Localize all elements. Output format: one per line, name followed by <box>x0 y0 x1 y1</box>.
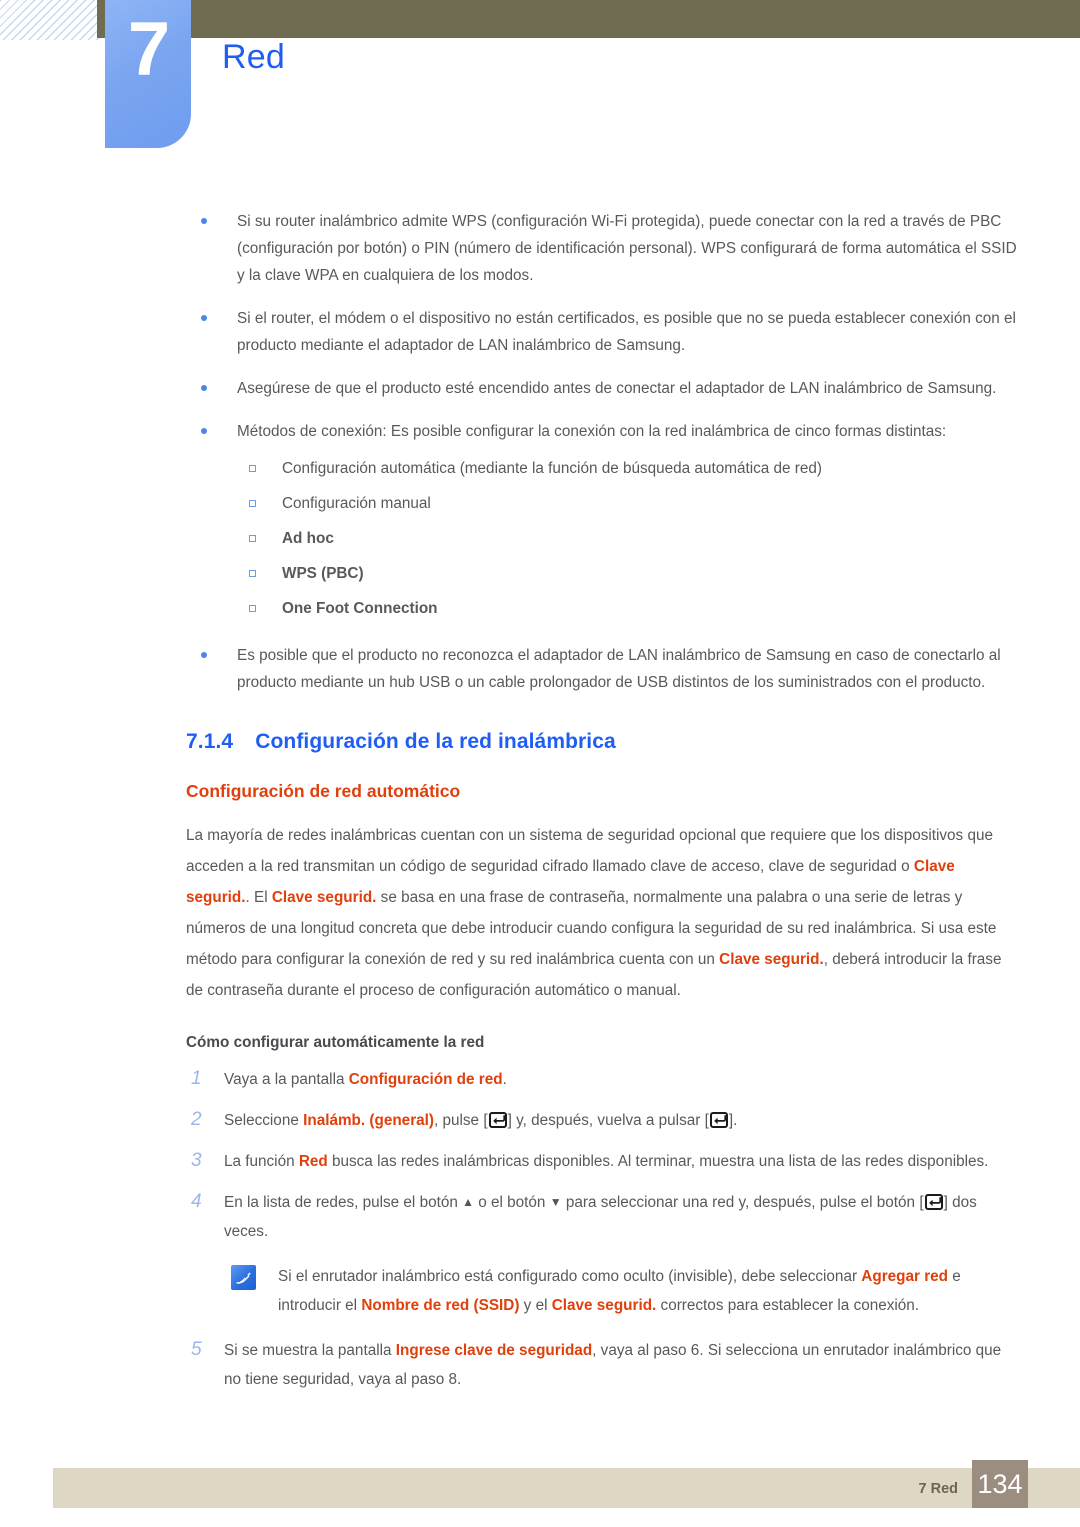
page-number: 134 <box>977 1468 1023 1499</box>
section-heading: 7.1.4 Configuración de la red inalámbrica <box>186 730 1022 754</box>
bullet-dot-icon <box>201 315 207 321</box>
steps-heading: Cómo configurar automáticamente la red <box>186 1034 485 1051</box>
footer-chapter-label: 7 Red <box>918 1481 959 1497</box>
step-text-b: . <box>502 1071 507 1088</box>
method-item-one-foot-connection: One Foot Connection <box>237 594 1022 624</box>
subsection-heading: Configuración de red automático <box>186 781 461 801</box>
step-text-a: La función <box>224 1153 299 1170</box>
manual-page: 7 Red Si su router inalámbrico admite WP… <box>0 0 1080 1527</box>
term-clave-segurid-2: Clave segurid. <box>271 889 377 906</box>
decorative-hatch-pattern <box>0 0 106 40</box>
enter-key-icon <box>709 1112 728 1128</box>
list-item: Asegúrese de que el producto esté encend… <box>186 375 1022 402</box>
menu-inalamb-general: Inalámb. (general) <box>303 1112 434 1129</box>
step-5: 5 Si se muestra la pantalla Ingrese clave… <box>186 1336 1022 1394</box>
step-number: 2 <box>191 1109 202 1130</box>
step-number: 4 <box>191 1191 202 1212</box>
bullet-text: Asegúrese de que el producto esté encend… <box>237 380 997 397</box>
step-4: 4 En la lista de redes, pulse el botón ▲ … <box>186 1188 1022 1246</box>
method-label: One Foot Connection <box>282 600 438 617</box>
menu-agregar-red: Agregar red <box>861 1268 949 1285</box>
connection-methods-list: Configuración automática (mediante la fu… <box>237 454 1022 624</box>
bullet-text: Si su router inalámbrico admite WPS (con… <box>237 213 1017 284</box>
bullet-text: Métodos de conexión: Es posible configur… <box>237 423 947 440</box>
paragraph-part-1: La mayoría de redes inalámbricas cuentan… <box>186 827 993 875</box>
square-bullet-icon <box>249 465 256 472</box>
step-number: 1 <box>191 1068 202 1089</box>
step-text-c: para seleccionar una red y, después, pul… <box>561 1194 924 1211</box>
menu-clave-segurid: Clave segurid. <box>551 1297 657 1314</box>
section-number: 7.1.4 <box>186 730 234 753</box>
note-text-a: Si el enrutador inalámbrico está configu… <box>278 1268 862 1285</box>
list-item-methods: Métodos de conexión: Es posible configur… <box>186 418 1022 624</box>
step-text-b: busca las redes inalámbricas disponibles… <box>327 1153 989 1170</box>
list-item: Si el router, el módem o el dispositivo … <box>186 305 1022 359</box>
step-text-a: En la lista de redes, pulse el botón <box>224 1194 463 1211</box>
chapter-title: Red <box>222 38 285 76</box>
chapter-number: 7 <box>127 7 170 92</box>
paragraph-part-2: . El <box>245 889 272 906</box>
step-number: 3 <box>191 1150 202 1171</box>
method-label: Ad hoc <box>282 530 334 547</box>
bullet-dot-icon <box>201 428 207 434</box>
method-item-manual: Configuración manual <box>237 489 1022 519</box>
method-label: Configuración manual <box>282 495 431 512</box>
bullet-text: Si el router, el módem o el dispositivo … <box>237 310 1016 354</box>
enter-key-icon <box>488 1112 507 1128</box>
step-3: 3 La función Red busca las redes inalámbr… <box>186 1147 1022 1176</box>
arrow-down-icon: ▼ <box>549 1195 562 1209</box>
note-box: Si el enrutador inalámbrico está configu… <box>226 1262 1022 1320</box>
step-2: 2 Seleccione Inalámb. (general), pulse []… <box>186 1106 1022 1135</box>
page-content: Si su router inalámbrico admite WPS (con… <box>186 208 1022 1406</box>
square-bullet-icon <box>249 605 256 612</box>
step-number: 5 <box>191 1339 202 1360</box>
bullet-dot-icon <box>201 385 207 391</box>
header-olive-bar <box>97 0 1080 38</box>
method-label: WPS (PBC) <box>282 565 364 582</box>
list-item: Si su router inalámbrico admite WPS (con… <box>186 208 1022 289</box>
method-item-ad-hoc: Ad hoc <box>237 524 1022 554</box>
note-pen-icon <box>231 1265 256 1290</box>
menu-red: Red <box>298 1153 328 1170</box>
square-bullet-icon <box>249 500 256 507</box>
step-1: 1 Vaya a la pantalla Configuración de red… <box>186 1065 1022 1094</box>
bullet-text: Es posible que el producto no reconozca … <box>237 647 1001 691</box>
body-paragraph: La mayoría de redes inalámbricas cuentan… <box>186 820 1022 1006</box>
menu-configuracion-de-red: Configuración de red <box>348 1071 503 1088</box>
term-clave-segurid-3: Clave segurid. <box>719 951 824 968</box>
step-text-a: Seleccione <box>224 1112 304 1129</box>
step-text-a: Si se muestra la pantalla <box>224 1342 396 1359</box>
enter-key-icon <box>924 1194 943 1210</box>
square-bullet-icon <box>249 570 256 577</box>
method-item-auto: Configuración automática (mediante la fu… <box>237 454 1022 484</box>
step-text-b: o el botón <box>474 1194 550 1211</box>
list-item: Es posible que el producto no reconozca … <box>186 642 1022 696</box>
footer-page-box: 134 <box>972 1460 1028 1508</box>
step-text-c: ] y, después, vuelva a pulsar [ <box>507 1112 709 1129</box>
bullet-dot-icon <box>201 218 207 224</box>
arrow-up-icon: ▲ <box>462 1195 474 1209</box>
bullet-dot-icon <box>201 652 207 658</box>
square-bullet-icon <box>249 535 256 542</box>
chapter-number-tab: 7 <box>105 0 191 148</box>
note-text-d: correctos para establecer la conexión. <box>656 1297 920 1314</box>
step-text-b: , pulse [ <box>434 1112 488 1129</box>
menu-ingrese-clave-de-seguridad: Ingrese clave de seguridad <box>395 1342 593 1359</box>
steps-list: 1 Vaya a la pantalla Configuración de red… <box>186 1065 1022 1394</box>
notes-bullet-list: Si su router inalámbrico admite WPS (con… <box>186 208 1022 696</box>
step-text-d: ]. <box>728 1112 738 1129</box>
method-item-wps-pbc: WPS (PBC) <box>237 559 1022 589</box>
method-label: Configuración automática (mediante la fu… <box>282 460 822 477</box>
note-text-c: y el <box>519 1297 552 1314</box>
menu-nombre-de-red-ssid: Nombre de red (SSID) <box>361 1297 520 1314</box>
step-text-a: Vaya a la pantalla <box>224 1071 349 1088</box>
section-title: Configuración de la red inalámbrica <box>255 730 616 753</box>
